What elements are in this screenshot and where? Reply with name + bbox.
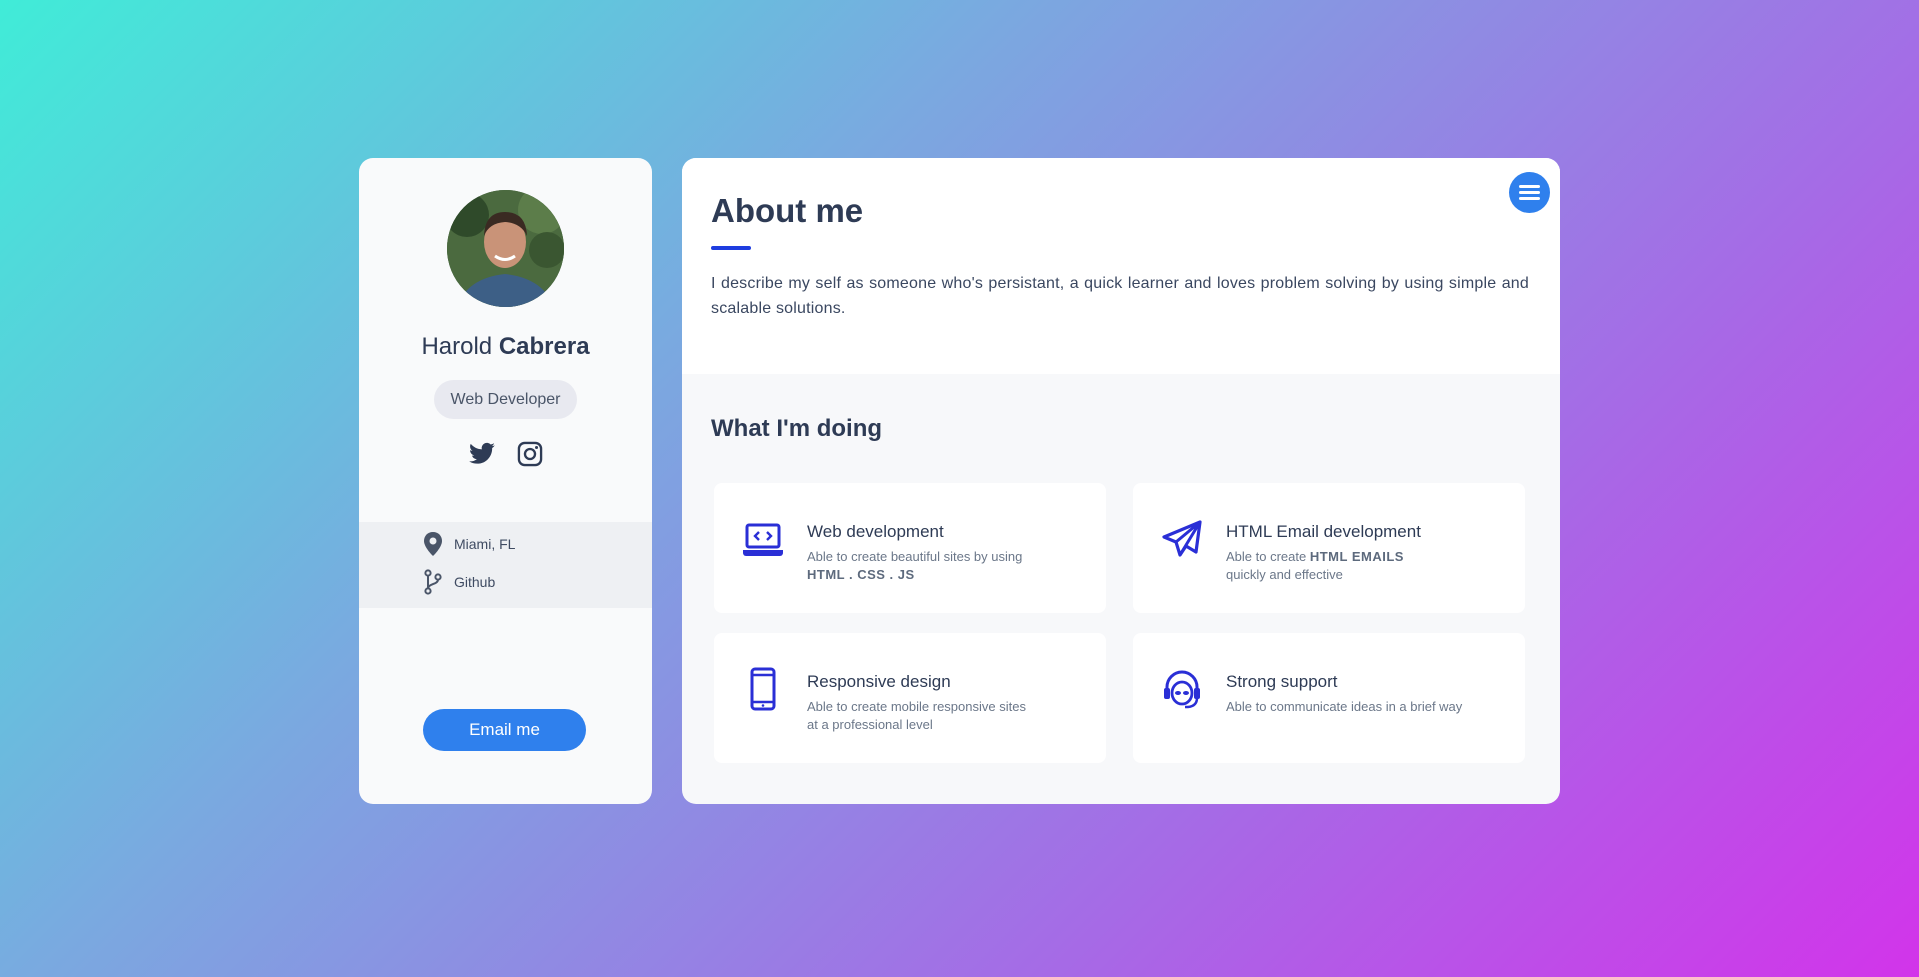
contact-info: Miami, FL Github (359, 522, 652, 608)
git-branch-icon (422, 569, 444, 595)
avatar (447, 190, 564, 307)
about-title: About me (711, 192, 864, 229)
paper-plane-icon (1161, 517, 1203, 561)
email-me-button[interactable]: Email me (423, 709, 586, 751)
main-card: About me I describe my self as someone w… (682, 158, 1560, 804)
service-card-html-email: HTML Email development Able to create HT… (1133, 483, 1525, 613)
role-badge: Web Developer (434, 380, 577, 419)
laptop-code-icon (742, 517, 784, 561)
service-title: Web development (807, 522, 944, 541)
profile-card: Harold Cabrera Web Developer Miami, FL G… (359, 158, 652, 804)
location-row: Miami, FL (422, 530, 515, 558)
mobile-icon (742, 667, 784, 711)
location-pin-icon (422, 531, 444, 557)
first-name: Harold (421, 333, 493, 360)
headset-icon (1161, 667, 1203, 711)
service-description: Able to create HTML EMAILS quickly and e… (1226, 549, 1404, 582)
about-text: I describe my self as someone who's pers… (711, 275, 1529, 317)
location-text: Miami, FL (454, 536, 516, 552)
about-section: About me I describe my self as someone w… (682, 158, 1560, 374)
twitter-icon[interactable] (468, 440, 496, 468)
service-title: Responsive design (807, 672, 951, 691)
github-link[interactable]: Github (454, 574, 495, 590)
service-card-web-development: Web development Able to create beautiful… (714, 483, 1106, 613)
profile-name: Harold Cabrera (359, 333, 652, 361)
service-description: Able to create beautiful sites by using … (807, 549, 1023, 582)
instagram-icon[interactable] (516, 440, 544, 468)
service-description: Able to create mobile responsive sites a… (807, 699, 1026, 732)
last-name: Cabrera (498, 333, 590, 360)
service-card-strong-support: Strong support Able to communicate ideas… (1133, 633, 1525, 763)
social-links (359, 440, 652, 468)
service-card-responsive-design: Responsive design Able to create mobile … (714, 633, 1106, 763)
service-title: HTML Email development (1226, 522, 1421, 541)
service-title: Strong support (1226, 672, 1338, 691)
title-underline (711, 246, 751, 250)
github-row[interactable]: Github (422, 568, 495, 596)
doing-title: What I'm doing (711, 415, 883, 442)
menu-icon (1519, 185, 1540, 188)
service-description: Able to communicate ideas in a brief way (1226, 699, 1463, 714)
page-container: Harold Cabrera Web Developer Miami, FL G… (359, 158, 1560, 804)
menu-button[interactable] (1509, 172, 1550, 213)
